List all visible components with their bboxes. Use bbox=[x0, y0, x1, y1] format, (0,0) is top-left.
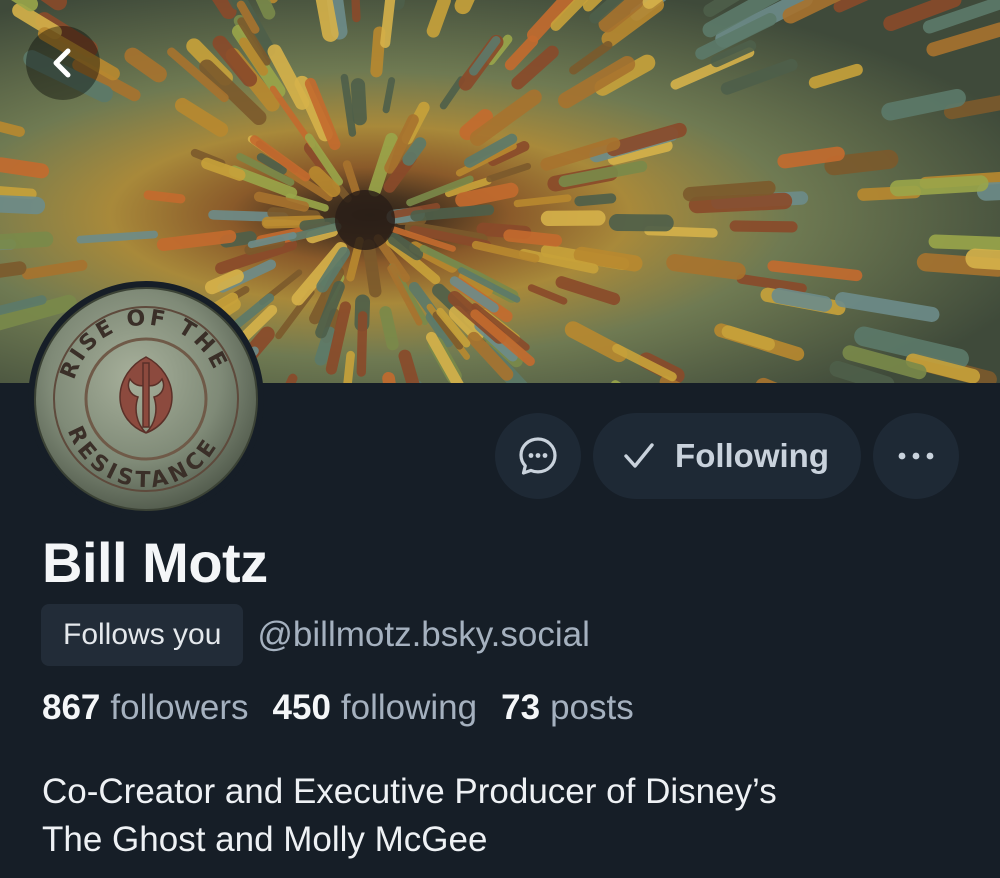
following-stat[interactable]: 450 following bbox=[273, 688, 478, 728]
avatar[interactable]: RISE OF THE RESISTANCE bbox=[28, 281, 264, 517]
message-button[interactable] bbox=[495, 413, 582, 499]
profile-bio: Co-Creator and Executive Producer of Dis… bbox=[42, 768, 942, 864]
bio-line-1: Co-Creator and Executive Producer of Dis… bbox=[42, 772, 777, 811]
following-stat-label: following bbox=[340, 688, 478, 727]
followers-stat[interactable]: 867 followers bbox=[42, 688, 249, 728]
posts-count: 73 bbox=[501, 688, 541, 727]
avatar-image: RISE OF THE RESISTANCE bbox=[34, 287, 258, 511]
back-button[interactable] bbox=[26, 26, 100, 100]
followers-count: 867 bbox=[42, 688, 101, 727]
following-count: 450 bbox=[272, 688, 331, 727]
following-button[interactable]: Following bbox=[593, 413, 861, 499]
profile-handle[interactable]: @billmotz.bsky.social bbox=[257, 615, 589, 655]
ellipsis-icon bbox=[898, 452, 934, 460]
posts-stat: 73 posts bbox=[501, 688, 634, 728]
more-options-button[interactable] bbox=[873, 413, 959, 499]
chat-bubble-icon bbox=[519, 437, 557, 475]
check-icon bbox=[624, 443, 654, 468]
posts-label: posts bbox=[550, 688, 634, 727]
handle-row: Follows you @billmotz.bsky.social bbox=[41, 604, 590, 666]
display-name: Bill Motz bbox=[42, 531, 268, 594]
bio-line-2: The Ghost and Molly McGee bbox=[42, 820, 488, 859]
profile-actions: Following bbox=[495, 413, 959, 499]
followers-label: followers bbox=[110, 688, 249, 727]
following-label: Following bbox=[675, 437, 829, 474]
follows-you-badge: Follows you bbox=[41, 604, 244, 666]
profile-stats: 867 followers 450 following 73 posts bbox=[42, 688, 634, 728]
chevron-left-icon bbox=[53, 48, 71, 78]
